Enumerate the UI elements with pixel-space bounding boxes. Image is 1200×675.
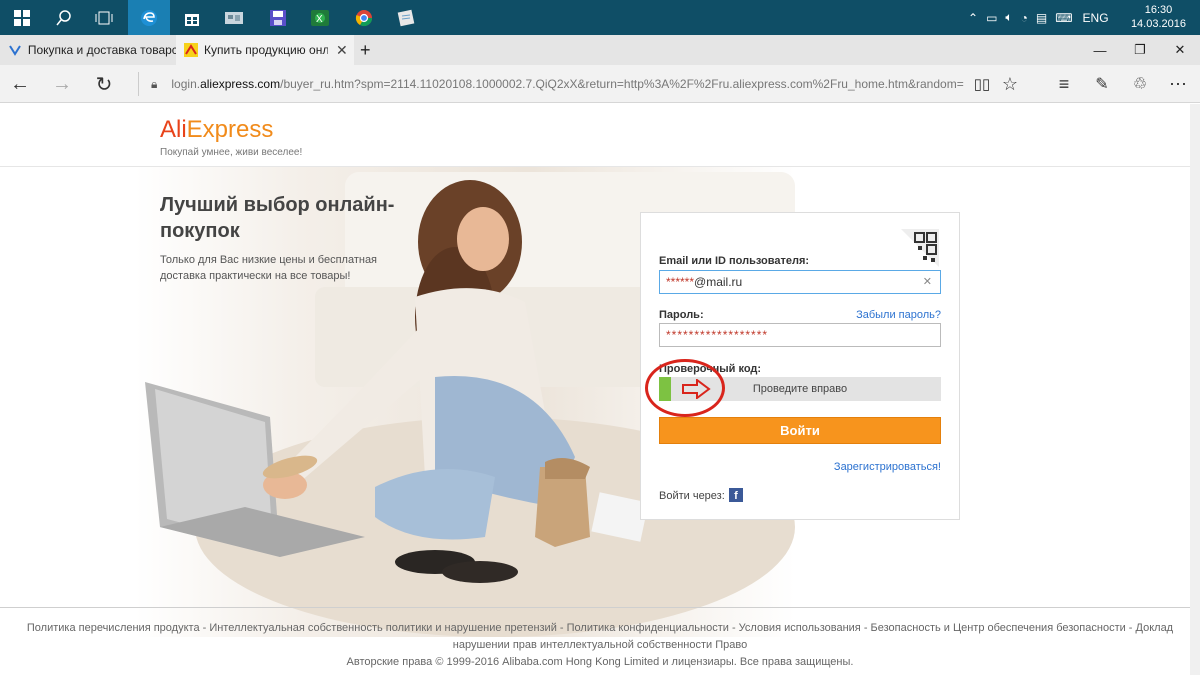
register-link[interactable]: Зарегистрироваться! xyxy=(834,461,941,473)
system-tray: ⌃ ▭ 🔈︎ ◔ ▤ ⌨︎ ENG xyxy=(968,0,1109,35)
promo-title: Лучший выбор онлайн-покупок xyxy=(160,194,395,242)
aliexpress-logo[interactable]: AliExpress xyxy=(160,116,273,144)
share-icon[interactable]: ♲ xyxy=(1122,65,1158,103)
forgot-password-link[interactable]: Забыли пароль? xyxy=(856,309,941,321)
tab-aliexpress-login[interactable]: Купить продукцию онл ✕ xyxy=(176,35,354,65)
annotation-circle xyxy=(645,359,725,417)
url-prefix: login. xyxy=(171,77,201,91)
chevron-up-icon[interactable]: ⌃ xyxy=(968,11,978,25)
clock-time: 16:30 xyxy=(1144,4,1173,16)
login-form: Email или ID пользователя: ****** @mail.r… xyxy=(640,212,960,520)
promo-subtitle: Только для Вас низкие цены и бесплатная … xyxy=(160,254,378,282)
minimize-icon[interactable]: — xyxy=(1080,35,1120,65)
slogan: Покупай умнее, живи веселее! xyxy=(160,147,303,158)
battery-icon[interactable]: ▭ xyxy=(986,11,997,25)
tab-label: Покупка и доставка товарс xyxy=(27,43,176,57)
language-indicator[interactable]: ENG xyxy=(1083,11,1109,25)
favorite-star-icon[interactable]: ☆ xyxy=(992,65,1028,103)
keyboard-icon[interactable]: ⌨︎ xyxy=(1055,11,1072,25)
email-domain: @mail.ru xyxy=(694,275,743,289)
page-scrollbar[interactable] xyxy=(1190,104,1200,675)
save-icon[interactable] xyxy=(258,0,298,35)
message-icon[interactable]: ▤ xyxy=(1036,11,1047,25)
notes-icon[interactable] xyxy=(386,0,426,35)
browser-tab-strip: Покупка и доставка товарс Купить продукц… xyxy=(0,35,1200,65)
web-note-icon[interactable]: ✎ xyxy=(1084,65,1120,103)
email-field[interactable]: ****** @mail.ru ✕ xyxy=(659,270,941,294)
copyright: Авторские права © 1999-2016 Alibaba.com … xyxy=(346,656,854,668)
password-field[interactable]: ****************** xyxy=(659,323,941,347)
wifi-icon[interactable]: ◔ xyxy=(1021,11,1028,25)
excel-icon[interactable]: X xyxy=(300,0,340,35)
logo-ali: Ali xyxy=(160,116,187,143)
address-bar[interactable]: 🔒︎ login. aliexpress.com/buyer_ru.htm?spm… xyxy=(138,72,964,96)
aliexpress-login-page: AliExpress Покупай умнее, живи веселее! xyxy=(0,104,1200,675)
clock[interactable]: 16:30 14.03.2016 xyxy=(1131,3,1186,31)
edge-browser-icon[interactable] xyxy=(128,0,170,35)
back-arrow-icon[interactable]: ← xyxy=(2,65,38,103)
hub-icon[interactable]: ≡ xyxy=(1046,65,1082,103)
more-icon[interactable]: ⋯ xyxy=(1160,65,1196,103)
svg-text:X: X xyxy=(316,14,323,25)
volume-icon[interactable]: 🔈︎ xyxy=(1005,10,1012,25)
password-label: Пароль: xyxy=(659,309,704,321)
chrome-icon[interactable] xyxy=(344,0,384,35)
qr-code-icon[interactable] xyxy=(901,229,939,267)
windows-start-icon[interactable] xyxy=(2,0,42,35)
clear-input-icon[interactable]: ✕ xyxy=(923,275,932,288)
slider-text: Проведите вправо xyxy=(752,383,848,395)
logo-express: Express xyxy=(186,116,274,143)
url-host: aliexpress.com xyxy=(200,77,281,91)
tab-label: Купить продукцию онл xyxy=(204,43,328,57)
captcha-slider[interactable]: Проведите вправо xyxy=(645,359,941,417)
store-icon[interactable] xyxy=(172,0,212,35)
clock-date: 14.03.2016 xyxy=(1130,18,1186,30)
login-via-label: Войти через: xyxy=(659,490,725,502)
email-label: Email или ID пользователя: xyxy=(659,255,810,267)
footer-links[interactable]: Политика перечисления продукта - Интелле… xyxy=(0,620,1200,654)
new-tab-button[interactable]: + xyxy=(356,35,380,65)
search-icon[interactable] xyxy=(44,0,84,35)
refresh-icon[interactable]: ↻ xyxy=(86,65,122,103)
lock-icon: 🔒︎ xyxy=(151,76,158,91)
aliexpress-favicon xyxy=(184,43,198,57)
login-button[interactable]: Войти xyxy=(659,417,941,444)
photo-gallery-icon[interactable] xyxy=(214,0,254,35)
footer-divider xyxy=(0,607,1200,608)
email-masked: ****** xyxy=(666,275,695,289)
tab-aliexpress-delivery[interactable]: Покупка и доставка товарс xyxy=(0,35,176,65)
restore-icon[interactable]: ❐ xyxy=(1120,35,1160,65)
browser-navigation-bar: ← → ↻ 🔒︎ login. aliexpress.com/buyer_ru.h… xyxy=(0,65,1200,103)
url-path: /buyer_ru.htm?spm=2114.11020108.1000002.… xyxy=(280,77,964,91)
facebook-icon[interactable]: f xyxy=(729,488,743,502)
task-view-icon[interactable] xyxy=(84,0,124,35)
close-tab-icon[interactable]: ✕ xyxy=(336,42,348,59)
windows-taskbar: X ⌃ ▭ 🔈︎ ◔ ▤ ⌨︎ ENG 16:30 14.03.2016 xyxy=(0,0,1200,35)
close-window-icon[interactable]: ✕ xyxy=(1160,35,1200,65)
aliexpress-favicon xyxy=(8,43,22,57)
forward-arrow-icon[interactable]: → xyxy=(44,65,80,103)
